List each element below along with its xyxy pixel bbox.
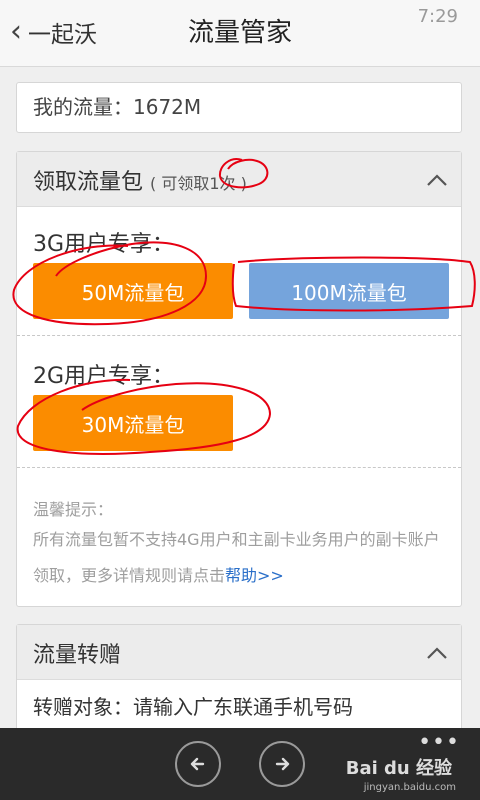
section-2g-title: 2G用户专享： [33,364,175,389]
my-flow-card: 我的流量：1672M [16,82,462,133]
receive-panel-title: 领取流量包 ( 可领取1次 ) [33,164,247,196]
bottom-browser-bar: ••• Bai du 经验 jingyan.baidu.com [0,728,480,800]
transfer-panel-title: 流量转赠 [33,643,122,668]
receive-flow-panel: 领取流量包 ( 可领取1次 ) 3G用户专享： 50M流量包 100M流量包 2… [16,151,462,607]
help-link[interactable]: 帮助>> [225,566,284,585]
forward-nav-button[interactable] [259,741,305,787]
chevron-up-icon[interactable] [425,168,449,192]
baidu-watermark: Bai du 经验 [345,758,452,779]
flow-transfer-panel: 流量转赠 转赠对象：请输入广东联通手机号码 [16,624,462,734]
remaining-suffix: 次 ) [219,174,247,193]
watermark-url: jingyan.baidu.com [363,782,456,793]
remaining-count-text: ( 可领取1次 ) [150,174,247,193]
my-flow-text: 我的流量：1672M [33,95,202,119]
tips-title: 温馨提示： [33,500,114,519]
more-menu-button[interactable]: ••• [418,732,460,754]
section-3g-title: 3G用户专享： [33,232,175,257]
arrow-left-icon [190,757,205,771]
page-title: 流量管家 [187,18,292,48]
receive-panel-header[interactable]: 领取流量包 ( 可领取1次 ) [17,152,461,207]
top-bar: ‹ 一起沃 流量管家 7:29 [0,0,480,67]
remaining-prefix: ( 可领取 [150,174,210,193]
flow-pack-30m-button[interactable]: 30M流量包 [33,395,233,451]
tips-text: 所有流量包暂不支持4G用户和主副卡业务用户的副卡账户领取，更多详情规则请点击帮助… [33,522,453,594]
status-time: 7:29 [417,6,458,27]
flow-pack-100m-button[interactable]: 100M流量包 [249,263,449,319]
chevron-up-icon[interactable] [425,641,449,665]
transfer-target-field[interactable]: 转赠对象：请输入广东联通手机号码 [33,691,353,720]
flow-pack-50m-button[interactable]: 50M流量包 [33,263,233,319]
transfer-panel-header[interactable]: 流量转赠 [17,625,461,680]
remaining-count: 1 [209,174,220,193]
back-nav-button[interactable] [175,741,221,787]
divider [17,467,461,468]
divider [17,335,461,336]
receive-title-text: 领取流量包 [33,170,144,195]
arrow-right-icon [275,757,290,771]
